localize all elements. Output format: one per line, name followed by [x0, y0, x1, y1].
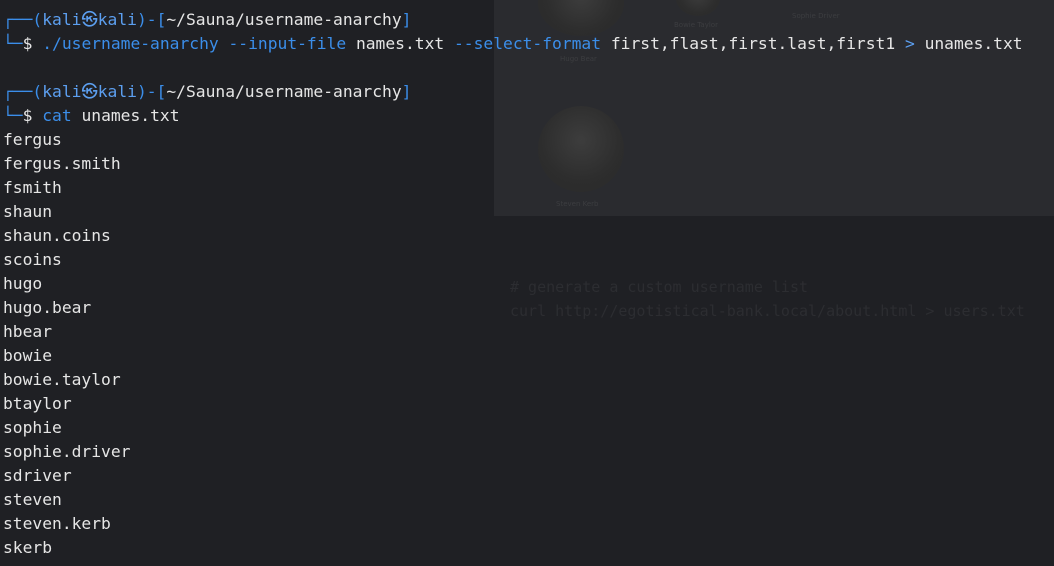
prompt-path-end: ] — [401, 10, 412, 29]
output-line: btaylor — [3, 394, 72, 413]
prompt-path-end: ] — [401, 82, 412, 101]
command-flag: --input-file — [228, 34, 347, 53]
output-line: fsmith — [3, 178, 62, 197]
kali-skull-icon: ㉿ — [81, 10, 98, 29]
output-line: sophie.driver — [3, 442, 131, 461]
prompt-frame-close: )-[ — [136, 10, 167, 29]
command-executable: cat — [42, 106, 72, 125]
command-line[interactable]: └─$ ./username-anarchy --input-file name… — [3, 32, 1023, 56]
command-argument: first,flast,first.last,first1 — [610, 34, 896, 53]
command-argument: unames.txt — [924, 34, 1023, 53]
prompt-frame-open: ┌──( — [3, 10, 43, 29]
output-line: scoins — [3, 250, 62, 269]
ghost-text-line: curl http://egotistical-bank.local/about… — [510, 302, 1025, 320]
command-argument: unames.txt — [81, 106, 180, 125]
output-line: fergus — [3, 130, 62, 149]
prompt-corner: └─ — [3, 106, 23, 125]
photo-caption: Sophie Driver — [792, 12, 840, 20]
command-flag: --select-format — [454, 34, 602, 53]
output-line: shaun — [3, 202, 53, 221]
photo-caption: Bowie Taylor — [674, 21, 718, 29]
terminal-window[interactable]: Bowie Taylor Sophie Driver Hugo Bear Ste… — [0, 0, 1054, 566]
photo-caption: Steven Kerb — [556, 200, 599, 208]
prompt-symbol: $ — [22, 106, 33, 125]
team-photo — [676, 0, 720, 16]
output-line: bowie — [3, 346, 53, 365]
prompt-frame-open: ┌──( — [3, 82, 43, 101]
team-photo — [538, 0, 624, 36]
prompt-symbol: $ — [22, 34, 33, 53]
output-line: skerb — [3, 538, 53, 557]
prompt-frame-close: )-[ — [136, 82, 167, 101]
prompt-host: kali — [97, 82, 137, 101]
command-line[interactable]: └─$ cat unames.txt — [3, 104, 180, 128]
command-executable: ./username-anarchy — [42, 34, 219, 53]
output-line: bowie.taylor — [3, 370, 121, 389]
prompt-line: ┌──(kali㉿kali)-[~/Sauna/username-anarchy… — [3, 8, 411, 32]
output-line: hbear — [3, 322, 53, 341]
output-line: sophie — [3, 418, 62, 437]
output-line: hugo — [3, 274, 43, 293]
command-argument: names.txt — [355, 34, 445, 53]
photo-caption: Hugo Bear — [560, 55, 597, 63]
prompt-user: kali — [42, 10, 82, 29]
prompt-corner: └─ — [3, 34, 23, 53]
team-photo — [538, 106, 624, 192]
kali-skull-icon: ㉿ — [81, 82, 98, 101]
output-line: hugo.bear — [3, 298, 92, 317]
redirect-operator: > — [904, 34, 915, 53]
prompt-path: ~/Sauna/username-anarchy — [166, 82, 402, 101]
prompt-user: kali — [42, 82, 82, 101]
prompt-host: kali — [97, 10, 137, 29]
ghost-text-line: # generate a custom username list — [510, 278, 809, 296]
prompt-path: ~/Sauna/username-anarchy — [166, 10, 402, 29]
output-line: steven.kerb — [3, 514, 111, 533]
output-line: fergus.smith — [3, 154, 121, 173]
output-line: steven — [3, 490, 62, 509]
output-line: sdriver — [3, 466, 72, 485]
output-line: shaun.coins — [3, 226, 111, 245]
prompt-line: ┌──(kali㉿kali)-[~/Sauna/username-anarchy… — [3, 80, 411, 104]
